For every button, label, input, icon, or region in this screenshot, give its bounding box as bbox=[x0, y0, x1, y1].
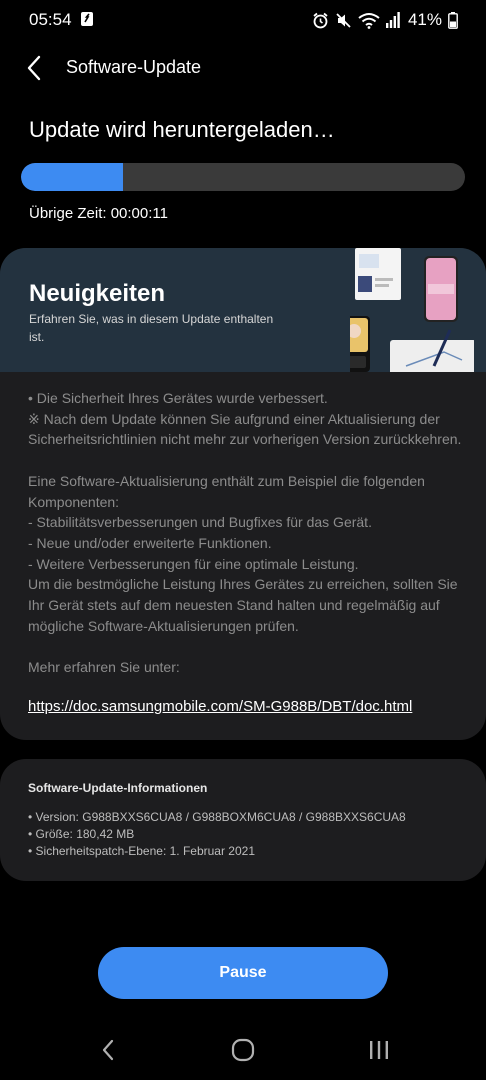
info-patch: • Sicherheitspatch-Ebene: 1. Februar 202… bbox=[28, 844, 256, 858]
news-title: Neuigkeiten bbox=[29, 280, 166, 307]
battery-percent: 41% bbox=[407, 10, 442, 29]
page-title: Software-Update bbox=[66, 57, 202, 77]
signal-icon bbox=[385, 12, 400, 28]
download-progress-fill bbox=[21, 163, 124, 191]
battery-icon bbox=[448, 11, 458, 29]
status-icons: 41% bbox=[312, 9, 458, 31]
nav-back-icon bbox=[102, 1039, 114, 1061]
info-title: Software-Update-Informationen bbox=[28, 781, 208, 795]
nav-back-button[interactable] bbox=[88, 1030, 128, 1070]
devices-illustration-icon bbox=[350, 248, 474, 372]
status-bar: 05:54 41% bbox=[0, 0, 486, 40]
update-info-card: Software-Update-Informationen • Version:… bbox=[0, 759, 486, 881]
info-version: • Version: G988BXXS6CUA8 / G988BOXM6CUA8… bbox=[28, 810, 406, 824]
news-body: • Die Sicherheit Ihres Gerätes wurde ver… bbox=[28, 390, 462, 676]
app-bar: Software-Update bbox=[0, 40, 486, 96]
doc-link[interactable]: https://doc.samsungmobile.com/SM-G988B/D… bbox=[28, 698, 412, 715]
wifi-icon bbox=[358, 12, 380, 29]
pause-button[interactable]: Pause bbox=[98, 947, 388, 999]
info-list: • Version: G988BXXS6CUA8 / G988BOXM6CUA8… bbox=[28, 809, 406, 860]
back-button[interactable] bbox=[18, 52, 50, 84]
download-title: Update wird heruntergeladen… bbox=[29, 117, 335, 142]
news-card: Neuigkeiten Erfahren Sie, was in diesem … bbox=[0, 248, 486, 740]
nav-recents-button[interactable] bbox=[359, 1030, 399, 1070]
nav-recents-icon bbox=[370, 1041, 388, 1059]
nav-home-button[interactable] bbox=[223, 1030, 263, 1070]
status-time: 05:54 bbox=[29, 10, 72, 29]
news-hero: Neuigkeiten Erfahren Sie, was in diesem … bbox=[0, 248, 486, 372]
chevron-left-icon bbox=[27, 55, 41, 81]
alarm-icon bbox=[313, 12, 328, 28]
mute-icon bbox=[336, 12, 351, 28]
navigation-bar bbox=[0, 1020, 486, 1080]
remaining-time: Übrige Zeit: 00:00:11 bbox=[29, 205, 168, 222]
nav-home-icon bbox=[231, 1038, 255, 1062]
download-progress-bar bbox=[21, 163, 465, 191]
info-size: • Größe: 180,42 MB bbox=[28, 827, 135, 841]
nfc-icon bbox=[81, 12, 93, 26]
news-subtitle: Erfahren Sie, was in diesem Update entha… bbox=[29, 312, 274, 344]
